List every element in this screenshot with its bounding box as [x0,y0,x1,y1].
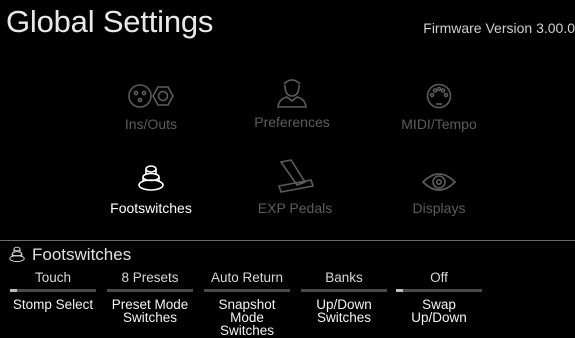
param-up-down-switches[interactable]: Banks Up/Down Switches [299,270,389,324]
category-exp-pedals[interactable]: EXP Pedals [225,158,365,216]
person-icon [222,72,362,108]
category-label: Displays [412,200,466,216]
footswitch-icon [9,246,25,263]
ins-outs-icon [81,74,221,110]
param-swap-up-down[interactable]: Off Swap Up/Down [394,270,484,324]
category-footswitches[interactable]: Footswitches [81,158,221,216]
midi-icon [369,74,509,110]
param-name: Swap Up/Down [411,297,467,325]
category-label: MIDI/Tempo [401,116,477,132]
category-preferences[interactable]: Preferences [222,72,362,130]
param-value: Touch [34,270,72,285]
category-label: Ins/Outs [124,116,178,132]
section-title: Footswitches [32,245,132,264]
category-label: EXP Pedals [257,200,333,216]
param-value: 8 Presets [121,270,179,285]
param-level-bar [10,289,96,292]
param-name: Stomp Select [12,297,94,312]
param-level-bar [301,289,387,292]
param-name: Up/Down Switches [316,297,372,325]
section-divider [0,240,575,241]
category-displays[interactable]: Displays [369,158,509,216]
firmware-version: Firmware Version 3.00.0 [423,20,575,36]
category-label: Preferences [254,114,330,130]
param-level-bar [107,289,193,292]
param-value: Banks [325,270,363,285]
category-label: Footswitches [110,200,192,216]
eye-icon [369,158,509,194]
section-header: Footswitches [8,245,131,265]
category-midi-tempo[interactable]: MIDI/Tempo [369,74,509,132]
param-snapshot-mode-switches[interactable]: Auto Return Snapshot Mode Switches [202,270,292,337]
page-title: Global Settings [6,4,214,39]
param-name: Preset Mode Switches [111,297,189,325]
param-stomp-select[interactable]: Touch Stomp Select [8,270,98,311]
category-ins-outs[interactable]: Ins/Outs [81,74,221,132]
param-preset-mode-switches[interactable]: 8 Presets Preset Mode Switches [105,270,195,324]
param-level-bar [396,289,482,292]
param-value: Off [430,270,448,285]
pedal-icon [225,158,365,194]
param-level-bar [204,289,290,292]
param-value: Auto Return [210,270,284,285]
footswitch-icon [81,158,221,194]
param-name: Snapshot Mode Switches [218,297,276,338]
